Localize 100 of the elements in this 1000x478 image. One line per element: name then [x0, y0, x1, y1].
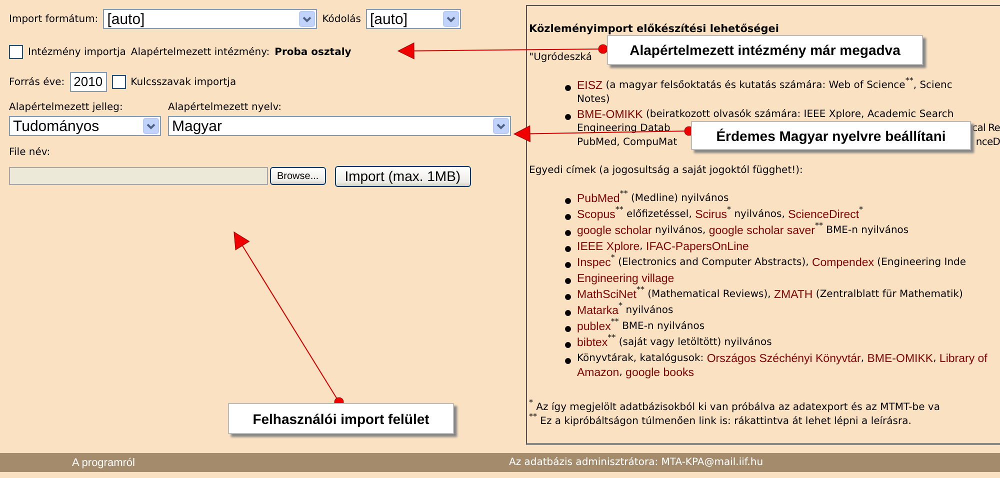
bullet: [565, 326, 571, 332]
link[interactable]: Scirus: [695, 208, 728, 222]
footnote-mark: *: [610, 254, 615, 262]
link[interactable]: BME-OMIKK: [577, 108, 643, 122]
item-text: (Zentralblatt für Mathematik): [814, 288, 963, 302]
footnote-text: Az így megjelölt adatbázisokból ki van próbálva az adatexport és az MTMT-be va: [535, 401, 940, 413]
type-select[interactable]: Tudományos: [9, 116, 161, 136]
footnote-mark: **: [905, 77, 914, 85]
item-text: (beiratkozott olvasók számára: IEEE Xplore, Academic Search: [644, 108, 954, 122]
subheading: Egyedi címek (a jogosultság a saját jogoktól függhet!):: [529, 165, 803, 176]
link[interactable]: ZMATH: [774, 288, 813, 302]
encoding-select[interactable]: [auto]: [366, 9, 461, 29]
item-text: cal Re: [972, 122, 1000, 136]
bullet: [565, 278, 571, 284]
intro-text: "Ugródeszká: [529, 52, 592, 63]
footnote-text: Ez a kipróbáltságon túlmenően link is: rákattintva át lehet lépni a leírásra.: [539, 415, 912, 429]
checkbox[interactable]: [9, 45, 23, 59]
item-text: előfizetéssel,: [626, 208, 693, 222]
footnote-mark: *: [727, 206, 732, 214]
link[interactable]: ScienceDirect: [788, 208, 860, 222]
bullet: [565, 214, 571, 220]
checkbox-label: Intézmény importja: [28, 46, 126, 58]
item-text: nyilvános,: [733, 208, 786, 222]
link[interactable]: google books: [626, 366, 694, 380]
callout-label: Érdemes Magyar nyelvre beállítani: [691, 121, 971, 150]
browse-button[interactable]: Browse...: [270, 167, 326, 185]
link[interactable]: Inspec: [577, 256, 611, 270]
item-text: (Electronics and Computer Abstracts),: [617, 256, 810, 270]
panel-title: Közleményimport előkészítési lehetőségei: [529, 23, 780, 35]
item-text: PubMed, CompuMat: [577, 136, 678, 150]
institution-name: Proba osztaly: [274, 46, 352, 58]
callout-label: Felhasználói import felület: [228, 403, 454, 434]
link[interactable]: MathSciNet: [577, 288, 636, 302]
admin-text: Az adatbázis adminisztrátora: MTA-KPA@mail.iif.hu: [509, 456, 764, 470]
link[interactable]: IFAC-PapersOnLine: [646, 240, 749, 254]
field-label: Import formátum:: [9, 14, 98, 24]
field-label: Kódolás: [322, 14, 361, 24]
import-button[interactable]: Import (max. 1MB): [334, 166, 471, 186]
bullet: [565, 342, 571, 348]
link[interactable]: Matarka: [577, 304, 619, 318]
link[interactable]: bibtex: [577, 336, 608, 350]
item-text: (a magyar felsőoktatás és kutatás számára: Web of Science: [604, 79, 906, 93]
footnote-mark: **: [608, 334, 616, 342]
item-text: nceD: [976, 136, 1000, 150]
link[interactable]: publex: [577, 320, 611, 334]
link[interactable]: Engineering village: [577, 272, 674, 286]
bullet: [565, 294, 571, 300]
link[interactable]: PubMed: [577, 192, 620, 206]
field-label: Forrás éve:: [9, 76, 65, 88]
item-text: Notes): [577, 93, 610, 107]
bullet: [565, 114, 571, 120]
item-text: (Medline) nyilvános: [630, 192, 729, 206]
footnote-mark: **: [610, 318, 619, 326]
item-text: nyilvános: [624, 304, 674, 318]
link[interactable]: Compendex: [812, 256, 874, 270]
link[interactable]: Amazon: [577, 366, 620, 380]
footnote-mark: **: [815, 222, 823, 230]
item-text: (Engineering Inde: [876, 256, 966, 270]
link[interactable]: Országos Széchényi Könyvtár: [706, 352, 861, 366]
item-text: Könyvtárak, katalógusok:: [577, 352, 705, 366]
footnote-mark: *: [618, 302, 623, 310]
link[interactable]: EISZ: [577, 79, 603, 93]
footnote-mark: **: [615, 206, 624, 214]
link[interactable]: google scholar: [577, 224, 652, 238]
language-select[interactable]: Magyar: [168, 116, 511, 136]
callout-label: Alapértelmezett intézmény már megadva: [607, 35, 923, 65]
item-text: (Mathematical Reviews),: [646, 288, 772, 302]
link[interactable]: IEEE Xplore: [577, 240, 640, 254]
bullet: [565, 262, 571, 268]
year-input[interactable]: 2010: [70, 72, 107, 92]
format-select[interactable]: [auto]: [103, 9, 318, 29]
link[interactable]: Library of: [939, 352, 988, 366]
item-text: BME-n nyilvános: [621, 320, 705, 334]
footnote-mark: **: [636, 286, 644, 294]
item-text: ,: [860, 352, 866, 364]
bullet: [565, 85, 571, 91]
field-label: Alapértelmezett nyelv:: [168, 102, 282, 112]
item-text: (saját vagy letöltött) nyilvános: [618, 336, 772, 350]
item-text: ,: [933, 352, 938, 366]
bullet: [565, 246, 571, 252]
field-label: File név:: [9, 146, 50, 158]
item-text: nyilvános,: [654, 224, 707, 238]
field-label: Alapértelmezett jelleg:: [9, 102, 124, 112]
footnote-mark: *: [529, 399, 533, 407]
footnote-mark: **: [620, 190, 628, 198]
link[interactable]: Scopus: [577, 208, 616, 222]
checkbox-label: Kulcsszavak importja: [130, 76, 236, 88]
link[interactable]: BME-OMIKK: [867, 352, 934, 366]
bullet: [565, 310, 571, 316]
item-text: BME-n nyilvános: [825, 224, 909, 238]
bullet: [565, 358, 571, 364]
footnote-mark: *: [859, 206, 864, 214]
footnote-mark: **: [529, 413, 537, 421]
link[interactable]: google scholar saver: [708, 224, 815, 238]
bullet: [565, 198, 571, 204]
item-text: ,: [640, 240, 644, 254]
item-text: , Scienc: [913, 79, 952, 93]
item-text: ,: [619, 366, 624, 380]
file-input[interactable]: [9, 167, 268, 185]
checkbox[interactable]: [112, 75, 126, 89]
